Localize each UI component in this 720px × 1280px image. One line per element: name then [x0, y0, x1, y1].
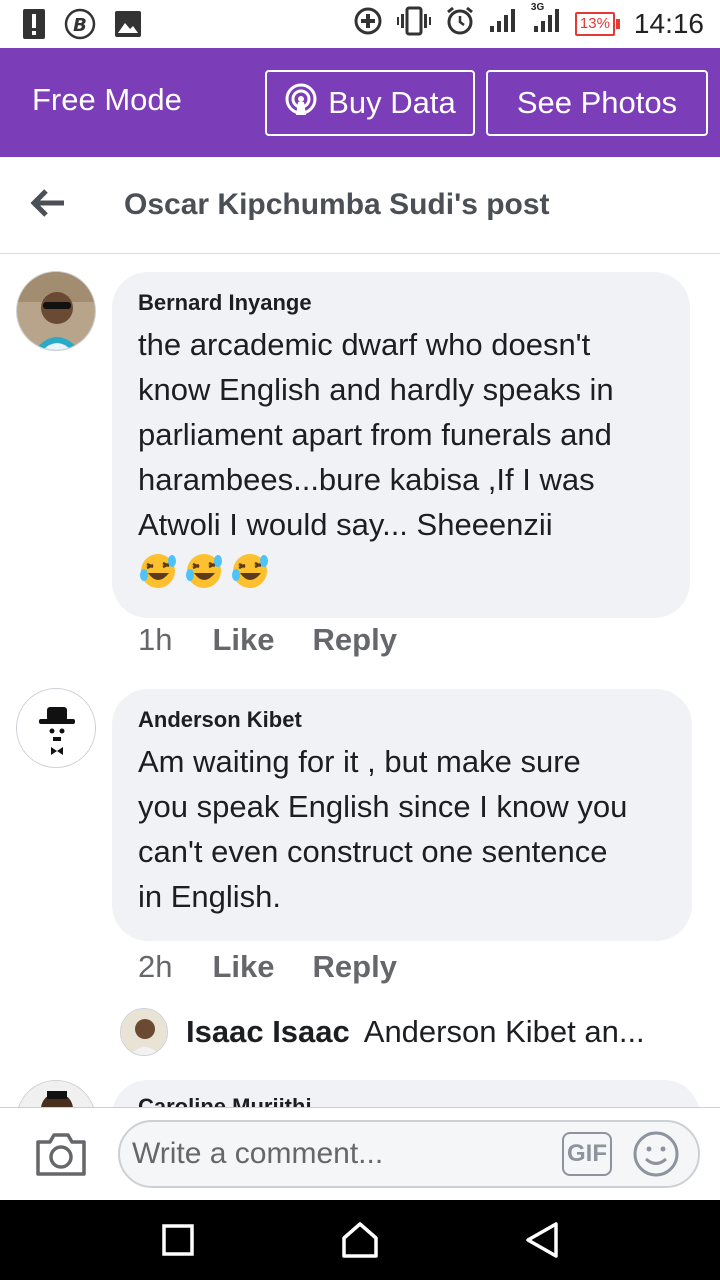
emoji-picker-icon[interactable]: [632, 1130, 680, 1178]
clock: 14:16: [633, 7, 704, 39]
comment-author[interactable]: Bernard Inyange: [138, 290, 664, 316]
laughing-emoji-icon: [138, 551, 178, 596]
comment-line: you speak English since I know you: [138, 789, 628, 824]
battery-icon: 13%: [574, 11, 620, 36]
comment-line: can't even construct one sentence: [138, 834, 608, 869]
comment-line: Atwoli I would say... Sheeenzii: [138, 507, 553, 542]
comment-author[interactable]: Caroline Muriithi: [138, 1094, 312, 1107]
post-header: Oscar Kipchumba Sudi's post: [0, 157, 720, 254]
network-label: 3G: [530, 2, 545, 13]
svg-text:B: B: [73, 15, 87, 36]
free-mode-banner: Free Mode Buy Data See Photos: [0, 48, 720, 157]
reply-button[interactable]: Reply: [313, 949, 397, 985]
reply-author[interactable]: Isaac Isaac: [186, 1014, 350, 1050]
comments-feed[interactable]: Bernard Inyange the arcademic dwarf who …: [0, 254, 720, 1107]
vibrate-icon: [396, 6, 431, 41]
comment-line: the arcademic dwarf who doesn't: [138, 327, 591, 362]
camera-icon[interactable]: [34, 1130, 88, 1178]
gif-button[interactable]: GIF: [562, 1132, 612, 1176]
reply-snippet: Anderson Kibet an...: [363, 1014, 645, 1049]
comment-line: in English.: [138, 879, 282, 914]
reply-button[interactable]: Reply: [313, 622, 397, 658]
comment-time: 1h: [138, 622, 173, 657]
like-button[interactable]: Like: [212, 949, 274, 985]
image-icon: [114, 10, 142, 43]
page-title: Oscar Kipchumba Sudi's post: [124, 188, 550, 221]
comment-input[interactable]: [118, 1120, 700, 1188]
broadcast-icon: [284, 82, 318, 124]
data-saver-icon: [353, 6, 383, 41]
see-photos-label: See Photos: [516, 85, 678, 120]
comment-actions: 1h Like Reply: [138, 622, 435, 658]
back-icon[interactable]: [522, 1220, 562, 1260]
emoji-row: [138, 551, 664, 596]
comment-time: 2h: [138, 949, 173, 984]
comment-text: the arcademic dwarf who doesn't know Eng…: [138, 322, 664, 547]
avatar[interactable]: [16, 688, 96, 768]
free-mode-title: Free Mode: [32, 82, 182, 117]
comment-bubble: Anderson Kibet Am waiting for it , but m…: [112, 689, 692, 941]
status-bar: B 3G 13% 14:16: [0, 0, 720, 48]
laughing-emoji-icon: [184, 551, 224, 596]
reply-preview[interactable]: Isaac Isaac Anderson Kibet an...: [120, 1008, 680, 1056]
comment-line: know English and hardly speaks in: [138, 372, 614, 407]
alert-icon: [22, 8, 46, 45]
comment-line: harambees...bure kabisa ,If I was: [138, 462, 595, 497]
recent-apps-icon[interactable]: [158, 1220, 198, 1260]
buy-data-label: Buy Data: [328, 85, 456, 120]
like-button[interactable]: Like: [212, 622, 274, 658]
back-arrow-icon[interactable]: [28, 183, 68, 223]
comment-actions: 2h Like Reply: [138, 949, 435, 985]
comment-text: Am waiting for it , but make sure you sp…: [138, 739, 666, 919]
alarm-icon: [445, 6, 475, 41]
comment-bubble: Bernard Inyange the arcademic dwarf who …: [112, 272, 690, 618]
comment-line: parliament apart from funerals and: [138, 417, 612, 452]
comment-author[interactable]: Anderson Kibet: [138, 707, 666, 733]
signal-3g-icon: 3G: [531, 2, 561, 39]
battery-level: 13%: [574, 11, 615, 36]
signal-icon: [489, 8, 517, 39]
comment-composer: GIF: [0, 1107, 720, 1200]
avatar[interactable]: [16, 271, 96, 351]
laughing-emoji-icon: [230, 551, 270, 596]
see-photos-button[interactable]: See Photos: [486, 70, 708, 136]
comment-line: Am waiting for it , but make sure: [138, 744, 581, 779]
home-icon[interactable]: [340, 1220, 380, 1260]
navigation-bar: [0, 1200, 720, 1280]
avatar[interactable]: [16, 1080, 96, 1107]
b-icon: B: [64, 8, 96, 45]
buy-data-button[interactable]: Buy Data: [265, 70, 475, 136]
reply-avatar[interactable]: [120, 1008, 168, 1056]
